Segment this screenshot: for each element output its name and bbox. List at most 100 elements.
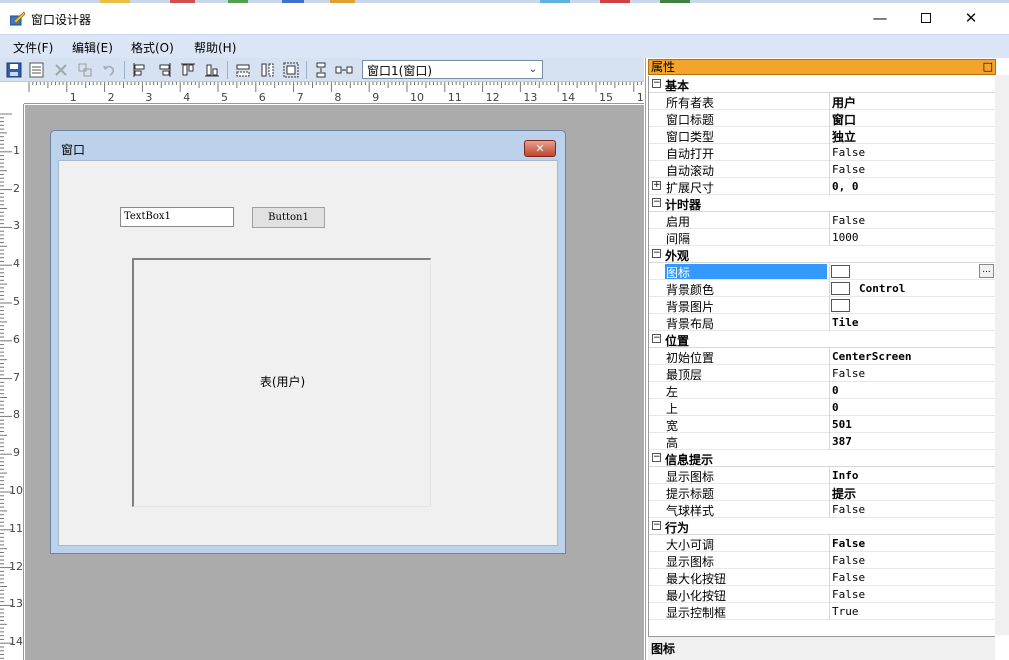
same-size-icon[interactable] [282, 61, 300, 79]
title-bar[interactable]: 窗口设计器 — ✕ [0, 3, 1009, 33]
property-category[interactable]: − 信息提示 [649, 450, 996, 467]
property-value[interactable]: False [832, 503, 865, 516]
property-row[interactable]: 窗口标题 窗口 [649, 110, 996, 127]
property-category[interactable]: − 计时器 [649, 195, 996, 212]
property-value[interactable]: 用户 [832, 94, 856, 111]
collapse-icon[interactable]: − [652, 249, 661, 258]
property-value[interactable]: 0, 0 [832, 180, 859, 193]
property-row[interactable]: 左0 [649, 382, 996, 399]
ruler-number: 6 [258, 91, 266, 104]
property-value[interactable]: False [832, 588, 865, 601]
designed-window-close-button[interactable]: ✕ [524, 140, 556, 157]
collapse-icon[interactable]: − [652, 334, 661, 343]
chevron-down-icon[interactable]: ⌄ [526, 61, 540, 78]
property-value[interactable]: 387 [832, 435, 852, 448]
property-row[interactable]: 启用 False [649, 212, 996, 229]
property-value[interactable]: 提示 [832, 485, 856, 502]
property-value[interactable]: Tile [832, 316, 859, 329]
align-top-icon[interactable] [179, 61, 197, 79]
property-value[interactable]: Info [832, 469, 859, 482]
menu-edit[interactable]: 编辑(E) [72, 39, 113, 56]
browse-button[interactable]: ... [979, 264, 994, 278]
collapse-icon[interactable]: − [652, 453, 661, 462]
property-row[interactable]: 所有者表 用户 [649, 93, 996, 110]
property-row[interactable]: 大小可调 False [649, 535, 996, 552]
property-value[interactable]: True [832, 605, 859, 618]
copy-icon[interactable] [76, 61, 94, 79]
property-value[interactable]: 窗口 [832, 111, 856, 128]
property-row[interactable]: 窗口类型 独立 [649, 127, 996, 144]
property-row[interactable]: 高 387 [649, 433, 996, 450]
menu-file[interactable]: 文件(F) [13, 39, 53, 56]
align-bottom-icon[interactable] [203, 61, 221, 79]
collapse-icon[interactable]: − [652, 198, 661, 207]
property-row[interactable]: + 扩展尺寸 0, 0 [649, 178, 996, 195]
property-row[interactable]: 背景图片 [649, 297, 996, 314]
properties-panel-header: 属性 □ [648, 59, 996, 75]
property-row[interactable]: 自动滚动 False [649, 161, 996, 178]
property-row[interactable]: 背景颜色 Control [649, 280, 996, 297]
property-row[interactable]: 显示控制框 True [649, 603, 996, 620]
property-value[interactable]: 0 [832, 384, 839, 397]
table-control[interactable]: 表(用户) [132, 258, 431, 507]
property-row[interactable]: 上0 [649, 399, 996, 416]
property-row[interactable]: 显示图标 False [649, 552, 996, 569]
vertical-spacing-icon[interactable] [312, 61, 330, 79]
maximize-button[interactable] [903, 3, 949, 33]
close-button[interactable]: ✕ [948, 3, 994, 33]
property-value[interactable]: Control [859, 282, 905, 295]
design-canvas[interactable]: 窗口 ✕ TextBox1 Button1 表(用户) [25, 105, 644, 660]
menu-format[interactable]: 格式(O) [131, 39, 174, 56]
minimize-button[interactable]: — [857, 3, 903, 33]
same-height-icon[interactable] [258, 61, 276, 79]
property-value[interactable]: False [832, 214, 865, 227]
designed-window[interactable]: 窗口 ✕ TextBox1 Button1 表(用户) [50, 130, 566, 554]
properties-icon[interactable] [28, 61, 46, 79]
property-grid-scrollbar[interactable] [995, 75, 1009, 635]
property-row[interactable]: 气球样式 False [649, 501, 996, 518]
property-value[interactable]: 独立 [832, 128, 856, 145]
property-row[interactable]: 宽 501 [649, 416, 996, 433]
window-selector-dropdown[interactable]: 窗口1(窗口) ⌄ [362, 60, 543, 79]
textbox1-control[interactable]: TextBox1 [120, 207, 234, 227]
property-category[interactable]: − 位置 [649, 331, 996, 348]
collapse-icon[interactable]: − [652, 79, 661, 88]
property-value[interactable]: False [832, 146, 865, 159]
property-row[interactable]: 提示标题 提示 [649, 484, 996, 501]
property-row[interactable]: 自动打开 False [649, 144, 996, 161]
property-row[interactable]: 显示图标 Info [649, 467, 996, 484]
property-value[interactable]: False [832, 554, 865, 567]
expand-icon[interactable]: + [652, 181, 661, 190]
pin-icon[interactable]: □ [983, 60, 993, 74]
align-left-icon[interactable] [131, 61, 149, 79]
property-value[interactable]: False [832, 367, 865, 380]
collapse-icon[interactable]: − [652, 521, 661, 530]
property-value[interactable]: False [832, 537, 865, 550]
save-icon[interactable] [5, 61, 23, 79]
property-row[interactable]: 最顶层 False [649, 365, 996, 382]
same-width-icon[interactable] [234, 61, 252, 79]
property-value[interactable]: 0 [832, 401, 839, 414]
menu-help[interactable]: 帮助(H) [194, 39, 236, 56]
horizontal-spacing-icon[interactable] [335, 61, 353, 79]
property-row[interactable]: 最大化按钮 False [649, 569, 996, 586]
align-right-icon[interactable] [155, 61, 173, 79]
button1-control[interactable]: Button1 [252, 207, 325, 228]
property-row[interactable]: 图标... [649, 263, 996, 280]
property-row[interactable]: 背景布局 Tile [649, 314, 996, 331]
property-row[interactable]: 最小化按钮 False [649, 586, 996, 603]
property-value[interactable]: 1000 [832, 231, 859, 244]
property-row[interactable]: 间隔 1000 [649, 229, 996, 246]
designed-window-client-area[interactable]: TextBox1 Button1 表(用户) [58, 160, 558, 546]
property-value[interactable]: 501 [832, 418, 852, 431]
delete-icon[interactable] [52, 61, 70, 79]
property-category[interactable]: − 外观 [649, 246, 996, 263]
property-value[interactable]: False [832, 163, 865, 176]
property-category[interactable]: − 基本 [649, 76, 996, 93]
undo-icon[interactable] [100, 61, 118, 79]
ruler-number: 7 [13, 370, 20, 384]
property-row[interactable]: 初始位置 CenterScreen [649, 348, 996, 365]
property-category[interactable]: − 行为 [649, 518, 996, 535]
property-value[interactable]: CenterScreen [832, 350, 911, 363]
property-value[interactable]: False [832, 571, 865, 584]
